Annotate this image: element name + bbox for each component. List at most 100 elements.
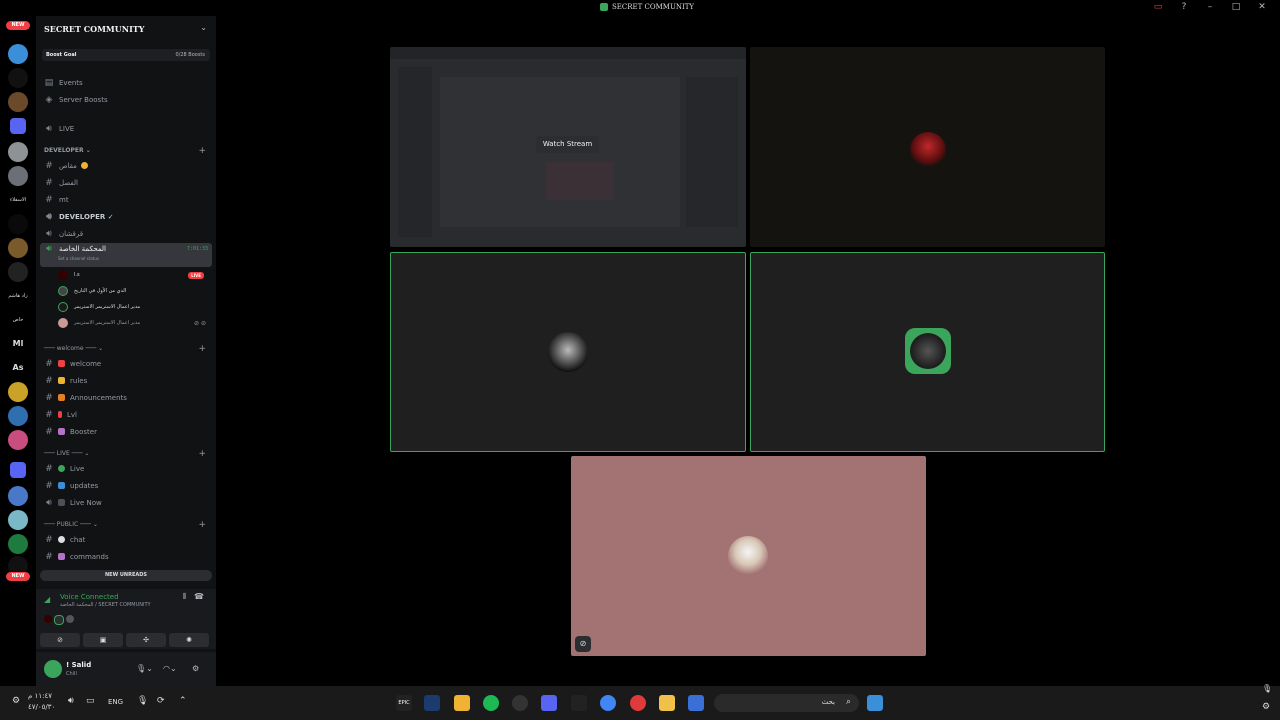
watch-stream-button[interactable]: Watch Stream <box>536 136 599 153</box>
inbox-icon[interactable]: ▭ <box>1152 2 1164 12</box>
screen-share-button[interactable]: ▣ <box>83 633 123 647</box>
help-icon[interactable]: ? <box>1178 2 1190 12</box>
avatar[interactable] <box>44 660 62 678</box>
clock-date[interactable]: ٤٧/٠٥/٣٠ <box>28 703 55 711</box>
text-channel[interactable]: # commands <box>40 549 212 564</box>
app-icon[interactable] <box>454 695 470 711</box>
nav-events[interactable]: ▤ Events <box>40 75 212 90</box>
voice-channel[interactable]: 🔊︎ قرقشان <box>40 226 212 241</box>
taskbar-search[interactable]: بحث ⌕ <box>714 694 859 712</box>
text-channel[interactable]: # مقاص <box>40 158 212 173</box>
camera-button[interactable]: ⊘ <box>40 633 80 647</box>
server-header[interactable]: SECRET COMMUNITY ⌄ <box>36 16 216 42</box>
folder-icon[interactable] <box>10 118 26 134</box>
voice-connected-status[interactable]: Voice Connected <box>60 593 119 601</box>
discord-icon[interactable] <box>541 695 557 711</box>
text-channel[interactable]: # Announcements <box>40 390 212 405</box>
text-channel[interactable]: # Lvl <box>40 407 212 422</box>
server-icon[interactable] <box>8 486 28 506</box>
clock-time[interactable]: ١١:٤٧ م <box>28 692 52 700</box>
noise-suppression-icon[interactable]: ⫴ <box>183 592 186 602</box>
voice-location[interactable]: المحكمة الخاصة / SECRET COMMUNITY <box>60 602 151 608</box>
voice-channel[interactable]: 🔊︎ Live Now <box>40 495 212 510</box>
server-icon[interactable] <box>8 262 28 282</box>
app-icon[interactable] <box>688 695 704 711</box>
spotify-icon[interactable] <box>483 695 499 711</box>
text-channel[interactable]: # mt <box>40 192 212 207</box>
voice-user[interactable]: الذي من الأول في التاريخ <box>58 284 210 298</box>
voice-user[interactable]: l.s LIVE <box>58 268 210 282</box>
participant-tile[interactable]: ⊘ <box>571 456 926 656</box>
text-channel[interactable]: # rules <box>40 373 212 388</box>
text-channel[interactable]: # الفصل <box>40 175 212 190</box>
windows-start-icon[interactable] <box>867 695 883 711</box>
participant-tile-speaking[interactable] <box>390 252 746 452</box>
headphones-icon[interactable]: ◠⌄ <box>163 664 177 673</box>
new-badge[interactable]: NEW <box>6 572 30 581</box>
server-icon[interactable] <box>8 44 28 64</box>
file-explorer-icon[interactable] <box>659 695 675 711</box>
app-icon[interactable] <box>630 695 646 711</box>
nav-server-boosts[interactable]: ◈ Server Boosts <box>40 92 212 107</box>
disconnect-icon[interactable]: ☎ <box>194 592 204 601</box>
text-channel[interactable]: # chat <box>40 532 212 547</box>
plus-icon[interactable]: + <box>198 344 206 354</box>
server-icon[interactable] <box>8 534 28 554</box>
text-channel[interactable]: # updates <box>40 478 212 493</box>
plus-icon[interactable]: + <box>198 520 206 530</box>
server-icon[interactable] <box>8 92 28 112</box>
participant-tile[interactable] <box>750 47 1105 247</box>
soundboard-button[interactable]: ✺ <box>169 633 209 647</box>
server-text[interactable]: الاسقلاء <box>8 190 28 210</box>
steam-icon[interactable] <box>424 695 440 711</box>
chevron-up-icon[interactable]: ⌃ <box>179 696 187 706</box>
plus-icon[interactable]: + <box>198 449 206 459</box>
volume-icon[interactable]: 🔊︎ <box>68 696 74 706</box>
epic-games-icon[interactable]: EPIC <box>396 695 412 711</box>
voice-user[interactable]: مدير اعمال الاستريمر الاستريمر ⊘ ⊘ <box>58 316 210 330</box>
settings-icon[interactable]: ⚙ <box>1262 702 1270 712</box>
chrome-icon[interactable] <box>600 695 616 711</box>
app-icon[interactable] <box>512 695 528 711</box>
app-icon[interactable] <box>571 695 587 711</box>
new-unreads-button[interactable]: NEW UNREADS <box>40 570 212 581</box>
mic-icon[interactable]: 🎙︎⌄ <box>136 664 153 673</box>
server-icon[interactable] <box>8 214 28 234</box>
server-text[interactable]: As <box>8 358 28 378</box>
maximize-button[interactable]: □ <box>1230 2 1242 12</box>
folder-icon[interactable] <box>10 462 26 478</box>
new-badge[interactable]: NEW <box>6 21 30 30</box>
server-icon[interactable] <box>8 510 28 530</box>
server-icon[interactable] <box>8 166 28 186</box>
language-indicator[interactable]: ENG <box>108 698 123 706</box>
channel-status[interactable]: Set a channel status <box>58 256 99 261</box>
network-icon[interactable]: ▭ <box>86 696 95 706</box>
active-voice-channel[interactable]: 🔊︎ المحكمة الخاصة 7:01:33 Set a channel … <box>40 243 212 267</box>
settings-tray-icon[interactable]: ⚙ <box>12 696 20 706</box>
server-icon[interactable] <box>8 382 28 402</box>
voice-channel[interactable]: 🔊︎ DEVELOPER ✓ <box>40 209 212 224</box>
voice-user[interactable]: مدير اعمال الاستريمر الاستريمر <box>58 300 210 314</box>
close-button[interactable]: ✕ <box>1256 2 1268 12</box>
activities-button[interactable]: ✣ <box>126 633 166 647</box>
server-text[interactable]: خاص <box>8 310 28 330</box>
gear-icon[interactable]: ⚙ <box>192 664 199 673</box>
server-icon[interactable] <box>8 68 28 88</box>
text-channel[interactable]: # Live <box>40 461 212 476</box>
server-text[interactable]: زاد هاشم <box>8 286 28 306</box>
text-channel[interactable]: # welcome <box>40 356 212 371</box>
boost-goal-bar[interactable]: Boost Goal 0/28 Boosts <box>42 49 210 61</box>
mic-icon[interactable]: 🎙︎ <box>1262 684 1272 693</box>
sync-icon[interactable]: ⟳ <box>157 696 165 706</box>
server-icon[interactable] <box>8 430 28 450</box>
server-icon[interactable] <box>8 238 28 258</box>
participant-tile-speaking[interactable] <box>750 252 1105 452</box>
text-channel[interactable]: # Booster <box>40 424 212 439</box>
mic-icon[interactable]: 🎙︎ <box>137 696 148 706</box>
plus-icon[interactable]: + <box>198 146 206 156</box>
server-icon[interactable] <box>8 406 28 426</box>
server-icon[interactable] <box>8 142 28 162</box>
voice-channel[interactable]: 🔊︎ LIVE <box>40 121 212 136</box>
minimize-button[interactable]: – <box>1204 2 1216 12</box>
stream-tile[interactable]: Watch Stream <box>390 47 746 247</box>
